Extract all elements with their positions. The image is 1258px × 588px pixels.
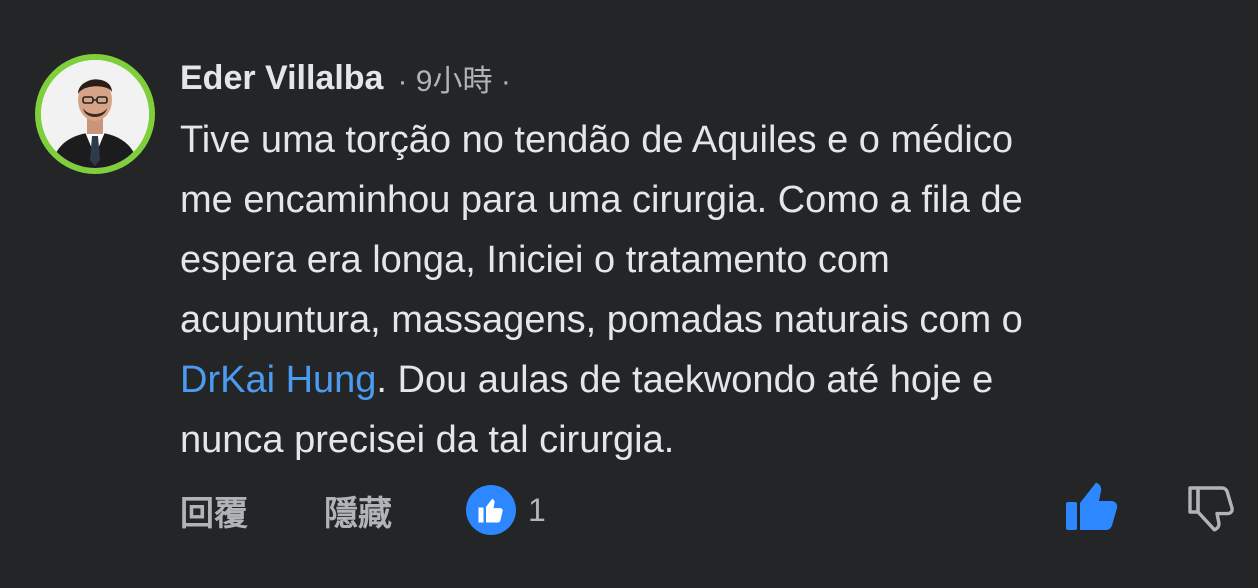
comment-body: Tive uma torção no tendão de Aquiles e o… xyxy=(180,110,1230,470)
comment-line: espera era longa, Iniciei o tratamento c… xyxy=(180,239,890,281)
comment-line: nunca precisei da tal cirurgia. xyxy=(180,419,675,461)
like-badge-icon xyxy=(466,485,516,535)
reaction-count: 1 xyxy=(528,491,546,528)
comment-line: acupuntura, massagens, pomadas naturais … xyxy=(180,299,1023,341)
thumbs-up-icon[interactable] xyxy=(1064,482,1120,532)
reaction-summary[interactable]: 1 xyxy=(466,485,546,535)
comment-line: me encaminhou para uma cirurgia. Como a … xyxy=(180,179,1023,221)
avatar[interactable] xyxy=(35,54,155,174)
mention-link[interactable]: DrKai Hung xyxy=(180,359,376,401)
comment-timestamp: · 9小時 · xyxy=(397,65,511,98)
comment-header: Eder Villalba · 9小時 · xyxy=(180,56,511,100)
comment-line-text: . Dou aulas de taekwondo até hoje e xyxy=(376,359,994,401)
avatar-photo xyxy=(41,60,149,168)
author-name[interactable]: Eder Villalba xyxy=(180,59,383,98)
comment: Eder Villalba · 9小時 · Tive uma torção no… xyxy=(0,0,1258,588)
comment-line: Tive uma torção no tendão de Aquiles e o… xyxy=(180,119,1013,161)
hide-button[interactable]: 隱藏 xyxy=(324,486,392,535)
thumbs-down-icon[interactable] xyxy=(1186,486,1236,532)
comment-actions: 回覆 隱藏 1 xyxy=(180,485,546,535)
reply-button[interactable]: 回覆 xyxy=(180,486,248,535)
comment-line: DrKai Hung. Dou aulas de taekwondo até h… xyxy=(180,350,1230,410)
